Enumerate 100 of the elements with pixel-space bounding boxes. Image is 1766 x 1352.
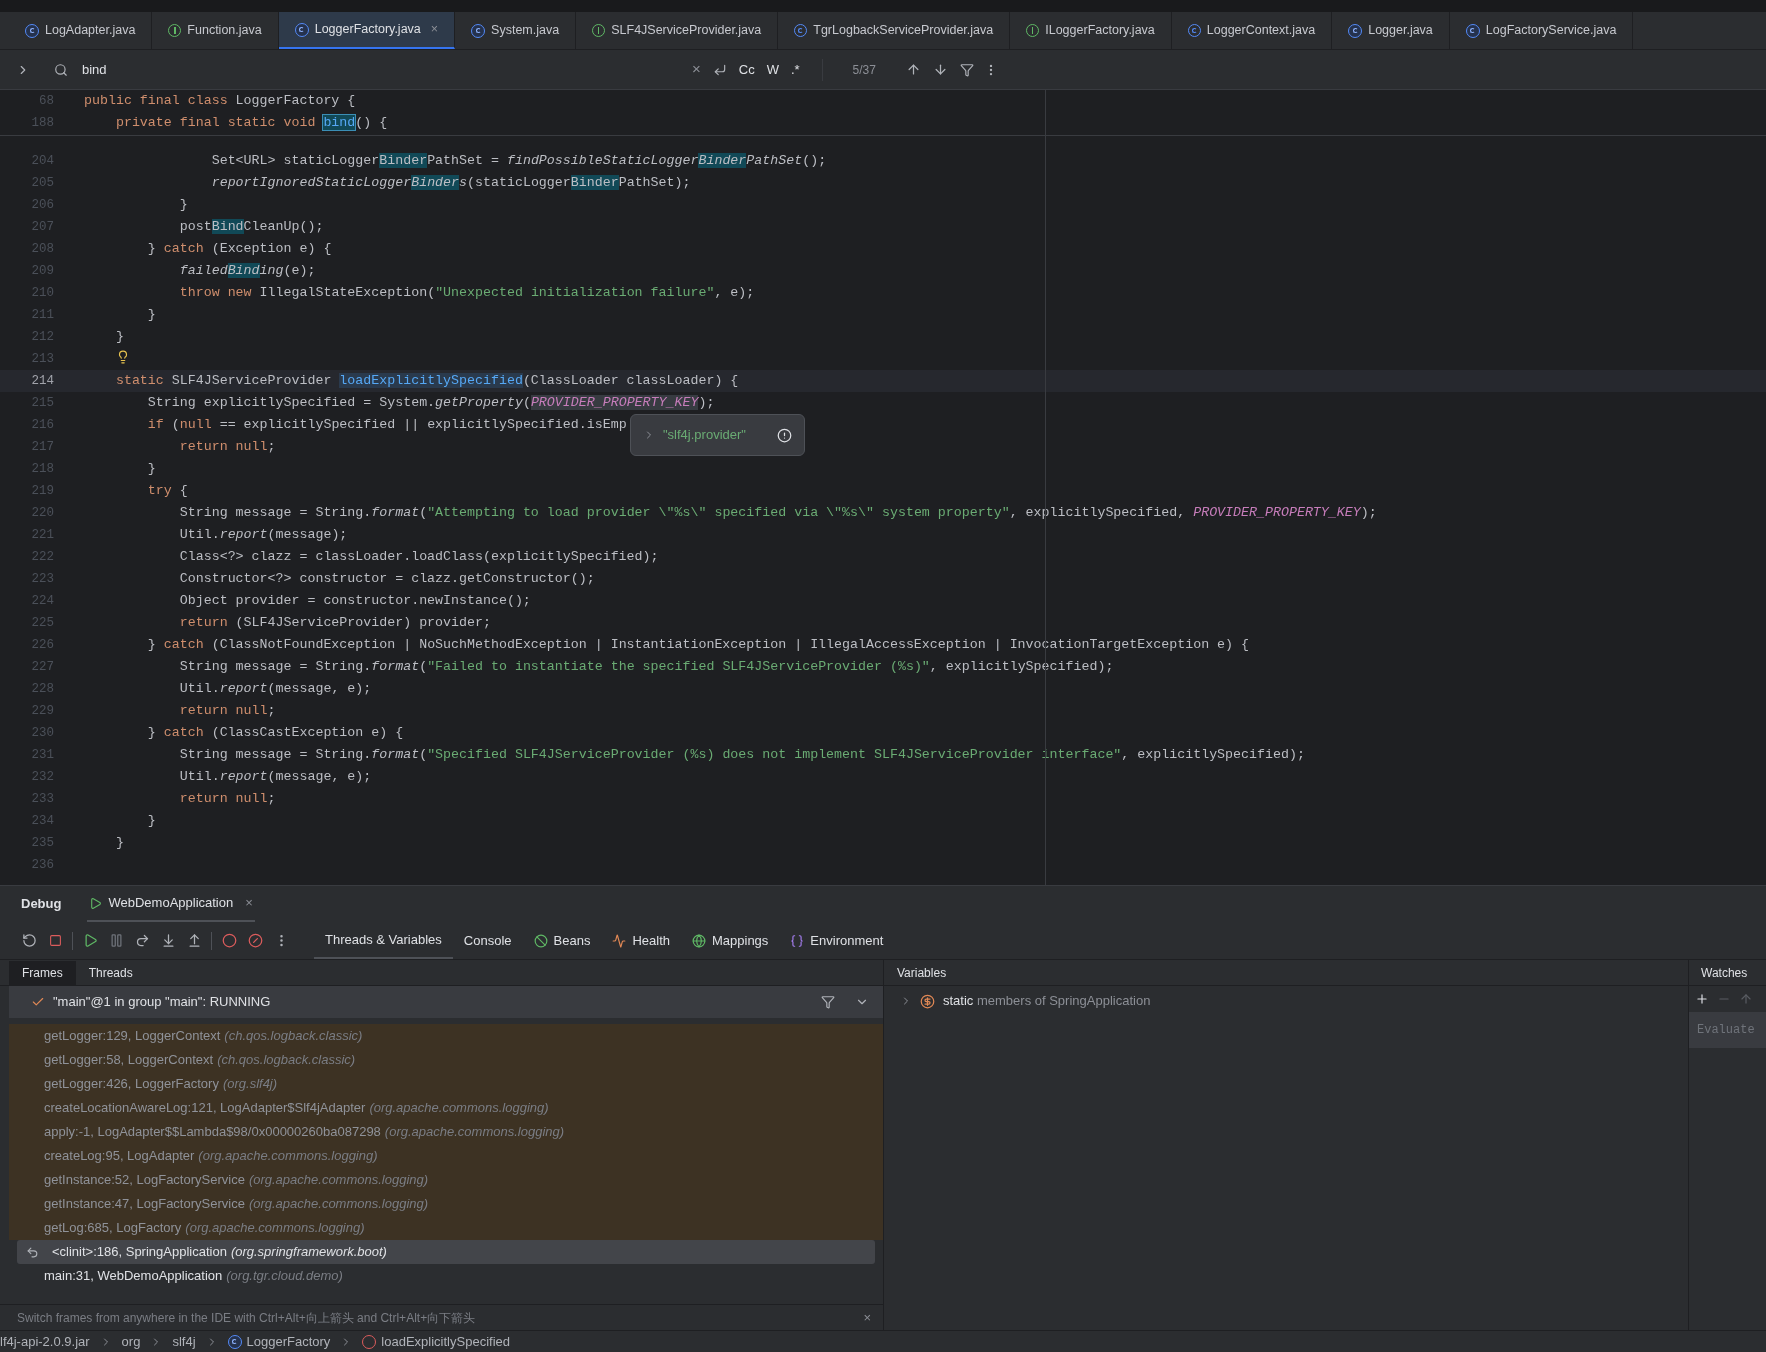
stack-frame[interactable]: apply:-1, LogAdapter$$Lambda$98/0x00000260ba087298 (org.apache.commons.logging) (9, 1120, 883, 1144)
code-line: Util.report(message, e); (178, 680, 372, 698)
stack-frame[interactable]: getLog:685, LogFactory (org.apache.commons.logging) (9, 1216, 883, 1240)
stop-icon[interactable] (48, 934, 62, 947)
close-hint-button[interactable]: × (863, 1307, 871, 1328)
next-match-icon[interactable] (932, 62, 948, 77)
compiled-class-icon (1465, 23, 1480, 38)
code-line: private final static void bind() { (114, 114, 388, 132)
evaluate-field[interactable]: Evaluate (1689, 1012, 1766, 1048)
close-tab-button[interactable]: × (430, 20, 439, 39)
compiled-class-icon (471, 23, 486, 38)
debug-tab[interactable]: Beans (522, 922, 602, 959)
code-line: return null; (178, 702, 276, 720)
previous-match-icon[interactable] (905, 62, 921, 77)
frames-tab[interactable]: Threads (75, 961, 146, 985)
code-line: return null; (178, 438, 276, 456)
editor-tab[interactable]: LoggerFactory.java × (278, 12, 456, 49)
breadcrumb[interactable]: slf4j (172, 1331, 196, 1352)
code-line: } (114, 328, 124, 346)
filter-icon[interactable] (821, 995, 835, 1009)
stack-frame[interactable]: main:31, WebDemoApplication (org.tgr.cloud.demo) (9, 1264, 883, 1288)
code-line: throw new IllegalStateException("Unexpected initialization failure", e); (178, 284, 755, 302)
editor-tab[interactable]: System.java (455, 12, 577, 49)
compiled-class-icon (1348, 23, 1363, 38)
code-line: } (178, 196, 188, 214)
stack-frame[interactable]: getLogger:129, LoggerContext (ch.qos.logback.classic) (9, 1024, 883, 1048)
panel-header: Watches (1701, 964, 1748, 982)
check-icon (31, 995, 45, 1009)
compiled-class-icon (227, 1334, 242, 1349)
search-option-toggle[interactable]: W (766, 59, 779, 80)
code-line: Util.report(message); (178, 526, 348, 544)
search-field[interactable]: bind (82, 59, 692, 80)
newline-icon[interactable] (712, 62, 727, 77)
code-line: reportIgnoredStaticLoggerBinders(staticLoggerBinderPathSet); (210, 174, 691, 192)
code-line: try { (146, 482, 188, 500)
editor-tab[interactable]: ILoggerFactory.java (1010, 12, 1172, 49)
clear-search-button[interactable]: × (692, 58, 701, 81)
debug-tab[interactable]: Console (452, 922, 523, 959)
editor-tab[interactable]: SLF4JServiceProvider.java (576, 12, 779, 49)
session-tab[interactable]: WebDemoApplication × (87, 886, 255, 922)
code-line: postBindCleanUp(); (178, 218, 324, 236)
search-option-toggle[interactable]: Cc (738, 59, 755, 80)
resume-icon[interactable] (82, 933, 98, 948)
debug-tab[interactable]: Health (601, 922, 681, 959)
match-count: 5/37 (852, 61, 876, 79)
breadcrumb[interactable]: lf4j-api-2.0.9.jar (0, 1331, 90, 1352)
bulb-icon[interactable] (116, 350, 130, 364)
frames-tab[interactable]: Frames (9, 961, 76, 985)
code-line: Set<URL> staticLoggerBinderPathSet = findPossibleStaticLoggerBinderPathSet(); (210, 152, 827, 170)
close-session-button[interactable]: × (245, 893, 253, 913)
code-line: Util.report(message, e); (178, 768, 372, 786)
pause-icon[interactable] (108, 933, 124, 948)
mute-breakpoints-icon[interactable] (247, 933, 263, 948)
editor-tab[interactable]: LoggerContext.java (1171, 12, 1333, 49)
search-option-toggle[interactable]: .* (790, 59, 800, 80)
code-line: Constructor<?> constructor = clazz.getConstructor(); (178, 570, 595, 588)
hint-text: Switch frames from anywhere in the IDE with Ctrl+Alt+向上箭头 and Ctrl+Alt+向下箭头 (17, 1309, 477, 1327)
stack-frame[interactable]: <clinit>:186, SpringApplication (org.springframework.boot) (17, 1240, 875, 1264)
debug-tab[interactable]: Threads & Variables (314, 922, 453, 959)
editor-tab[interactable]: LogAdapter.java (9, 12, 153, 49)
line-number: 214 (30, 372, 55, 390)
editor-tab[interactable]: TgrLogbackServiceProvider.java (778, 12, 1011, 49)
code-line: } catch (Exception e) { (146, 240, 332, 258)
code-line: } catch (ClassNotFoundException | NoSuchMethodException | InstantiationException | IllegalAccessException | InvocationTargetException e) { (146, 636, 1249, 654)
thread-selector[interactable]: "main"@1 in group "main": RUNNING (9, 986, 883, 1018)
panel-title: Debug (21, 895, 62, 914)
code-line: Object provider = constructor.newInstance(); (178, 592, 531, 610)
pulse-icon (612, 933, 627, 948)
stack-frame[interactable]: getInstance:47, LogFactoryService (org.apache.commons.logging) (9, 1192, 883, 1216)
code-line: } (146, 812, 156, 830)
variable-row[interactable]: static members of SpringApplication (943, 991, 1151, 1011)
code-line: String message = String.format("Specified SLF4JServiceProvider (%s) does not implement SLF4JServiceProvider interface", explicitlySpecified); (178, 746, 1305, 764)
search-icon[interactable] (54, 62, 68, 77)
editor-tab[interactable]: Function.java (152, 12, 279, 49)
stack-frame[interactable]: getInstance:52, LogFactoryService (org.apache.commons.logging) (9, 1168, 883, 1192)
debug-tab[interactable]: Mappings (681, 922, 780, 959)
code-line: failedBinding(e); (178, 262, 316, 280)
add-icon[interactable] (1695, 992, 1709, 1006)
breadcrumb[interactable]: org (121, 1331, 141, 1352)
globe-icon (692, 933, 706, 948)
code-line: } catch (ClassCastException e) { (146, 724, 404, 742)
breakpoints-icon[interactable] (221, 933, 237, 948)
code-line: } (146, 306, 156, 324)
compiled-class-icon (294, 22, 309, 37)
editor-tab[interactable]: LogFactoryService.java (1449, 12, 1634, 49)
stack-frame[interactable]: getLogger:58, LoggerContext (ch.qos.logback.classic) (9, 1048, 883, 1072)
code-line: return (SLF4JServiceProvider) provider; (178, 614, 491, 632)
rerun-icon[interactable] (21, 933, 37, 948)
stack-frame[interactable]: createLocationAwareLog:121, LogAdapter$Slf4jAdapter (org.apache.commons.logging) (9, 1096, 883, 1120)
step-over-icon[interactable] (134, 933, 150, 948)
editor-tab[interactable]: Logger.java (1332, 12, 1450, 49)
stack-frame[interactable]: createLog:95, LogAdapter (org.apache.commons.logging) (9, 1144, 883, 1168)
debug-tab[interactable]: Environment (779, 922, 895, 959)
breadcrumb[interactable]: LoggerFactory (227, 1331, 331, 1352)
info-icon[interactable] (777, 427, 792, 443)
breadcrumb[interactable]: loadExplicitlySpecified (362, 1331, 510, 1352)
code-line: return null; (178, 790, 276, 808)
code-line: String message = String.format("Attempting to load provider \"%s\" specified via \"%s\" system property", explicitlySpecified, PROVIDER_PROPERTY_KEY); (178, 504, 1377, 522)
filter-icon[interactable] (959, 62, 974, 77)
stack-frame[interactable]: getLogger:426, LoggerFactory (org.slf4j) (9, 1072, 883, 1096)
